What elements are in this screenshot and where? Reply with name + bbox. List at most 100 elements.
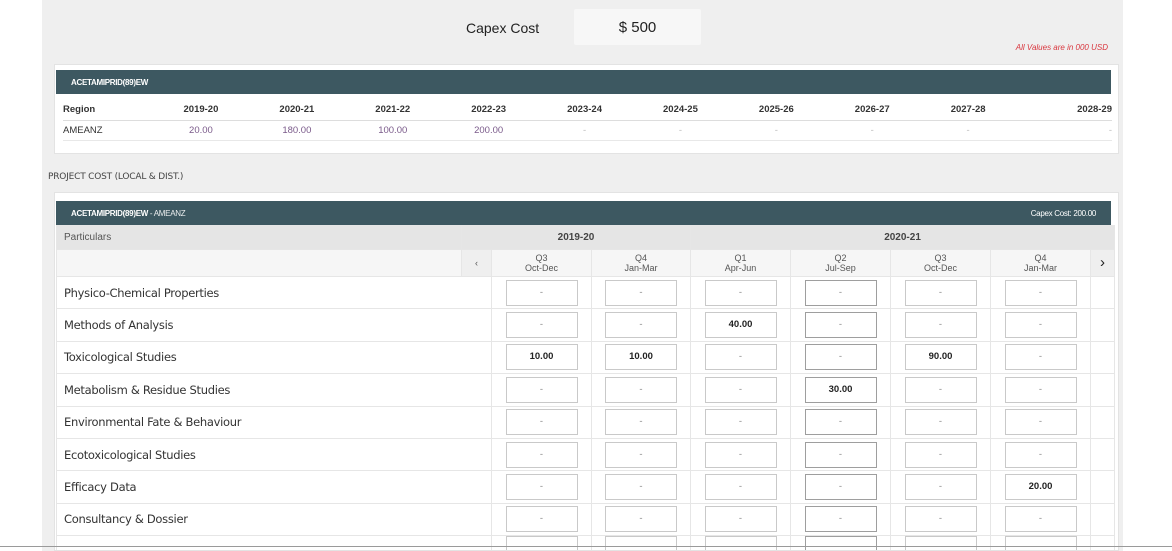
cost-input[interactable]: - <box>804 409 877 436</box>
cost-input[interactable]: - <box>904 312 977 339</box>
cost-cell: - <box>790 308 892 342</box>
quarter-label: Q3 <box>535 253 548 263</box>
cost-cell: - <box>491 308 592 342</box>
summary-value-cell: - <box>728 121 825 141</box>
table-row: Methods of Analysis - -40.00- - - <box>56 308 1116 342</box>
cost-input[interactable]: - <box>704 376 777 403</box>
cost-input[interactable]: - <box>505 376 578 403</box>
table-row: Consultancy & Dossier - - - - - - <box>56 502 1116 537</box>
cost-input[interactable]: - <box>1004 441 1077 468</box>
particular-label <box>56 535 492 550</box>
cost-input[interactable]: - <box>505 409 578 436</box>
cost-input[interactable]: - <box>804 441 877 468</box>
cost-input[interactable]: - <box>605 506 677 533</box>
cost-input[interactable] <box>704 536 777 550</box>
chevron-right-icon: › <box>1100 254 1106 271</box>
cost-cell: - <box>890 470 992 504</box>
cost-input[interactable]: 90.00 <box>904 344 977 371</box>
cost-input[interactable]: - <box>804 279 877 306</box>
cost-input[interactable]: 10.00 <box>605 344 677 371</box>
cost-cell: - <box>690 405 792 439</box>
cost-input[interactable]: 20.00 <box>1004 474 1077 501</box>
summary-product-name: ACETAMIPRID(89)EW <box>71 77 148 87</box>
cost-input[interactable]: - <box>605 409 677 436</box>
cost-cell: - <box>590 405 692 439</box>
cost-cell: - <box>491 373 592 407</box>
cost-input[interactable] <box>1004 536 1077 550</box>
quarter-header: Q1 Apr-Jun <box>690 249 792 277</box>
cost-input[interactable]: - <box>804 344 877 371</box>
cost-input[interactable]: - <box>1004 312 1077 339</box>
cost-input[interactable] <box>505 536 578 550</box>
cost-input[interactable]: - <box>804 474 877 501</box>
cost-input[interactable]: - <box>1004 344 1077 371</box>
summary-value-cell: 180.00 <box>248 121 345 141</box>
particular-label: Metabolism & Residue Studies <box>56 373 492 407</box>
cost-input[interactable]: - <box>904 376 977 403</box>
cost-cell: - <box>790 470 892 504</box>
capex-cost-value[interactable]: $ 500 <box>574 9 701 45</box>
year-column-header: 2027-28 <box>920 99 1017 121</box>
cost-input[interactable]: - <box>505 506 578 533</box>
quarter-months: Oct-Dec <box>524 263 558 273</box>
quarter-label: Q2 <box>834 253 847 263</box>
cost-input[interactable]: 10.00 <box>505 344 578 371</box>
cost-input[interactable]: - <box>605 474 677 501</box>
cost-input[interactable]: - <box>804 312 877 339</box>
cost-cell <box>491 535 592 550</box>
year-column-header: 2022-23 <box>440 99 537 121</box>
cost-cell <box>690 535 792 550</box>
cost-cell: - <box>990 340 1092 375</box>
cost-input[interactable]: - <box>605 312 677 339</box>
quarter-label: Q4 <box>1034 253 1047 263</box>
cost-input[interactable]: - <box>505 312 578 339</box>
cost-cell: - <box>990 437 1092 472</box>
summary-value-cell: 200.00 <box>440 121 537 141</box>
cost-input[interactable]: - <box>904 506 977 533</box>
cost-input[interactable]: - <box>1004 376 1077 403</box>
row-end-cell <box>1090 308 1116 342</box>
table-row: Ecotoxicological Studies - - - - - - <box>56 437 1116 472</box>
cost-cell: - <box>990 502 1092 537</box>
cost-cell: - <box>690 502 792 537</box>
cost-input[interactable]: 30.00 <box>804 376 877 403</box>
cost-input[interactable]: - <box>904 279 977 306</box>
particular-label: Toxicological Studies <box>56 340 492 375</box>
cost-input[interactable]: - <box>1004 409 1077 436</box>
cost-input[interactable]: - <box>605 279 677 306</box>
cost-input[interactable]: - <box>704 344 777 371</box>
cost-cell: - <box>790 340 892 375</box>
cost-input[interactable]: - <box>605 376 677 403</box>
cost-input[interactable]: - <box>904 409 977 436</box>
cost-cell: - <box>590 373 692 407</box>
prev-period-button[interactable]: ‹ <box>461 249 492 277</box>
summary-value-cell: - <box>824 121 921 141</box>
quarter-header: Q3 Oct-Dec <box>890 249 992 277</box>
cost-input[interactable]: - <box>704 506 777 533</box>
cost-cell: 40.00 <box>690 308 792 342</box>
cost-input[interactable] <box>804 536 877 550</box>
cost-input[interactable]: - <box>804 506 877 533</box>
cost-input[interactable]: - <box>1004 279 1077 306</box>
particular-label: Environmental Fate & Behaviour <box>56 405 492 439</box>
cost-input[interactable]: - <box>704 409 777 436</box>
cost-input[interactable]: - <box>904 441 977 468</box>
summary-value-cell: - <box>536 121 633 141</box>
cost-input[interactable]: - <box>704 279 777 306</box>
cost-input[interactable]: - <box>505 279 578 306</box>
cost-input[interactable]: 40.00 <box>704 312 777 339</box>
cost-input[interactable]: - <box>1004 506 1077 533</box>
cost-cell: - <box>790 502 892 537</box>
cost-input[interactable] <box>605 536 677 550</box>
cost-input[interactable] <box>904 536 977 550</box>
cost-cell: - <box>590 275 692 310</box>
cost-input[interactable]: - <box>605 441 677 468</box>
cost-input[interactable]: - <box>505 474 578 501</box>
cost-input[interactable]: - <box>505 441 578 468</box>
next-period-button[interactable]: › <box>1090 249 1116 277</box>
cost-input[interactable]: - <box>704 441 777 468</box>
cost-input[interactable]: - <box>904 474 977 501</box>
cost-input[interactable]: - <box>704 474 777 501</box>
year-column-header: 2023-24 <box>536 99 633 121</box>
section-title: PROJECT COST (LOCAL & DIST.) <box>48 172 184 182</box>
